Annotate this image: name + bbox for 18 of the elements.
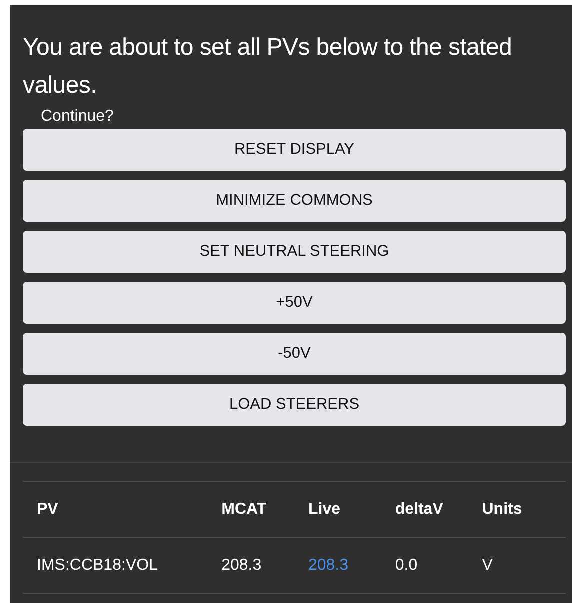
column-header: deltaV (381, 482, 468, 538)
action-button[interactable]: LOAD STEERERS (23, 384, 566, 426)
continue-prompt: Continue? (41, 107, 114, 127)
confirmation-heading: You are about to set all PVs below to the stated values. (23, 33, 514, 101)
table-cell: 0.0 (395, 556, 418, 574)
action-button[interactable]: RESET DISPLAY (23, 129, 566, 171)
action-button[interactable]: +50V (23, 282, 566, 324)
column-header: Live (294, 482, 382, 538)
table-cell: 208.3 (222, 556, 262, 574)
action-button[interactable]: -50V (23, 333, 566, 375)
live-value: 208.3 (308, 556, 349, 574)
column-header: PV (23, 482, 208, 538)
column-header: Units (468, 482, 566, 538)
column-header: MCAT (208, 482, 294, 538)
table-cell: IMS:CCB18:VOL (37, 556, 158, 574)
action-button[interactable]: MINIMIZE COMMONS (23, 180, 566, 222)
action-button[interactable]: SET NEUTRAL STEERING (23, 231, 566, 273)
table-cell: V (482, 556, 493, 574)
